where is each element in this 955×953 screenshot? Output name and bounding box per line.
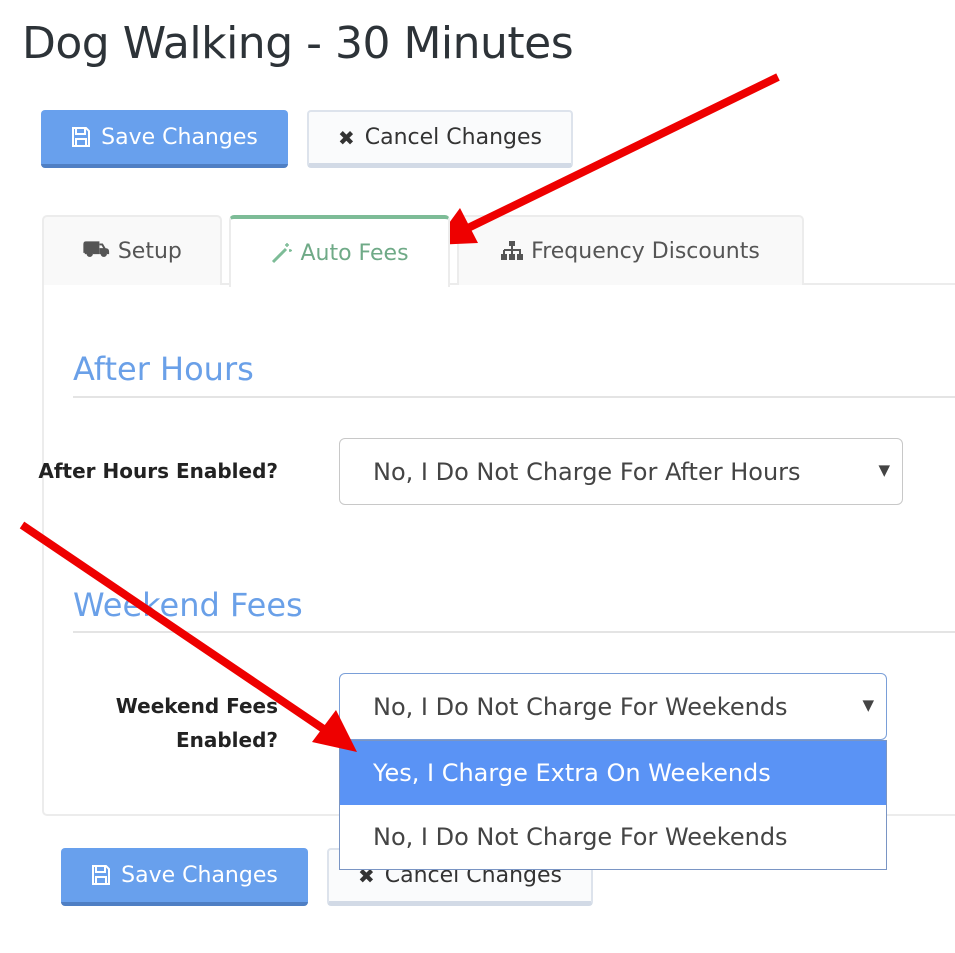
magic-wand-icon — [272, 243, 293, 264]
annotation-arrows — [19, 73, 780, 752]
arrow-to-auto-fees — [433, 73, 780, 245]
tab-label: Auto Fees — [300, 240, 409, 266]
arrow-to-dropdown-option — [19, 521, 357, 752]
tab-auto-fees[interactable]: Auto Fees — [229, 215, 450, 287]
